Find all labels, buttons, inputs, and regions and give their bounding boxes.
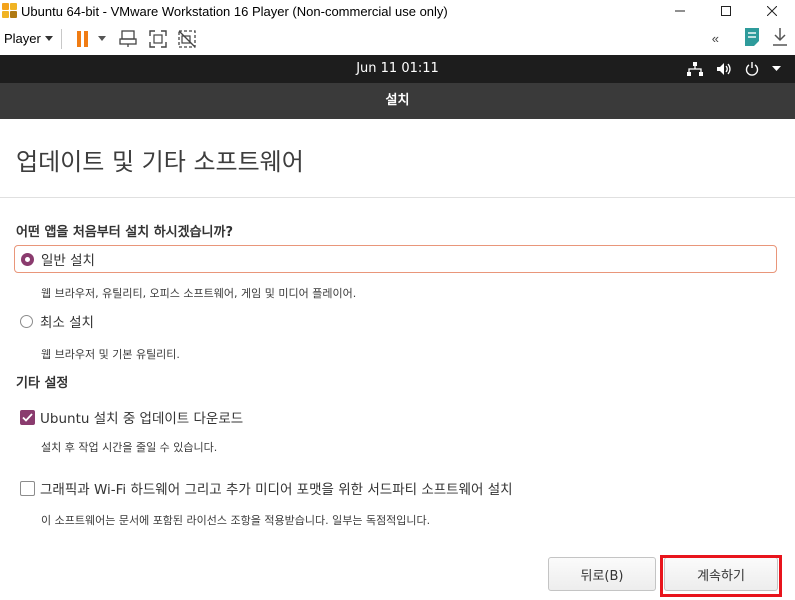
pause-dropdown-icon[interactable] bbox=[96, 28, 108, 50]
clock[interactable]: Jun 11 01:11 bbox=[0, 55, 795, 83]
send-ctrl-alt-del-icon[interactable] bbox=[118, 28, 140, 50]
player-menu-button[interactable]: Player bbox=[4, 31, 53, 46]
checkbox-checked-icon bbox=[20, 409, 35, 425]
download-updates-checkbox[interactable]: Ubuntu 설치 중 업데이트 다운로드 bbox=[20, 406, 243, 428]
toolbar-divider bbox=[60, 28, 62, 49]
download-updates-desc: 설치 후 작업 시간을 줄일 수 있습니다. bbox=[41, 441, 218, 454]
normal-install-label: 일반 설치 bbox=[41, 253, 95, 269]
system-tray[interactable] bbox=[687, 55, 781, 83]
minimal-install-label: 최소 설치 bbox=[40, 315, 94, 331]
ubuntu-topbar: Jun 11 01:11 bbox=[0, 55, 795, 83]
normal-install-desc: 웹 브라우저, 유틸리티, 오피스 소프트웨어, 게임 및 미디어 플레이어. bbox=[41, 287, 357, 300]
installer-header: 설치 bbox=[0, 83, 795, 119]
install-type-question: 어떤 앱을 처음부터 설치 하시겠습니까? bbox=[16, 225, 234, 240]
collapse-icon[interactable]: « bbox=[712, 31, 719, 46]
third-party-software-checkbox[interactable]: 그래픽과 Wi-Fi 하드웨어 그리고 추가 미디어 포맷을 위한 서드파티 소… bbox=[20, 477, 513, 499]
window-titlebar: Ubuntu 64-bit - VMware Workstation 16 Pl… bbox=[0, 0, 795, 22]
close-icon[interactable] bbox=[749, 0, 795, 22]
unity-icon[interactable] bbox=[176, 28, 198, 50]
download-icon[interactable] bbox=[771, 27, 789, 50]
notes-icon[interactable] bbox=[743, 27, 761, 50]
minimize-icon[interactable] bbox=[657, 0, 703, 22]
pause-icon[interactable] bbox=[72, 28, 94, 50]
radio-selected-icon bbox=[21, 252, 34, 266]
third-party-software-desc: 이 소프트웨어는 문서에 포함된 라이선스 조항을 적용받습니다. 일부는 독점… bbox=[41, 514, 431, 527]
vmware-toolbar: Player « bbox=[0, 22, 795, 55]
checkbox-unchecked-icon bbox=[20, 480, 35, 496]
volume-icon bbox=[717, 63, 731, 75]
third-party-software-label: 그래픽과 Wi-Fi 하드웨어 그리고 추가 미디어 포맷을 위한 서드파티 소… bbox=[40, 482, 513, 498]
divider bbox=[0, 197, 795, 198]
download-updates-label: Ubuntu 설치 중 업데이트 다운로드 bbox=[40, 411, 244, 427]
chevron-down-icon bbox=[772, 66, 781, 71]
normal-install-radio[interactable]: 일반 설치 bbox=[14, 245, 777, 273]
other-settings-heading: 기타 설정 bbox=[16, 376, 69, 391]
continue-button[interactable]: 계속하기 bbox=[664, 557, 778, 591]
back-button[interactable]: 뒤로(B) bbox=[548, 557, 656, 591]
minimal-install-desc: 웹 브라우저 및 기본 유틸리티. bbox=[41, 348, 180, 361]
minimal-install-radio[interactable]: 최소 설치 bbox=[14, 307, 777, 335]
chevron-down-icon bbox=[44, 35, 53, 41]
network-icon bbox=[687, 62, 703, 76]
player-menu-label: Player bbox=[4, 31, 41, 46]
power-icon bbox=[745, 62, 759, 76]
maximize-icon[interactable] bbox=[703, 0, 749, 22]
vmware-logo-icon bbox=[2, 3, 18, 19]
page-title: 업데이트 및 기타 소프트웨어 bbox=[16, 148, 304, 176]
radio-unselected-icon bbox=[20, 314, 33, 328]
fullscreen-icon[interactable] bbox=[147, 28, 169, 50]
window-title: Ubuntu 64-bit - VMware Workstation 16 Pl… bbox=[21, 3, 448, 19]
